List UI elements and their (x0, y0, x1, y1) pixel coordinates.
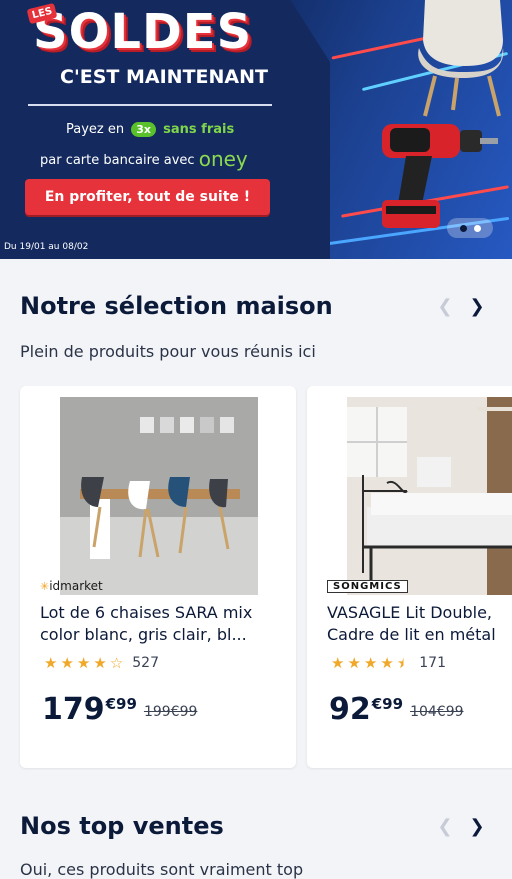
payment-free-label: sans frais (163, 122, 235, 137)
oney-logo: oney (198, 147, 248, 171)
section-subtitle: Oui, ces produits sont vraiment top (20, 860, 304, 879)
star-icon: ★ (93, 654, 107, 672)
selection-section-header: Notre sélection maison ❮ ❯ (0, 292, 512, 332)
brand-logo: ✳ idmarket (40, 576, 103, 596)
banner-pagination[interactable] (447, 218, 493, 238)
rating-stars: ★ ★ ★ ★ ☆ 527 (44, 655, 159, 671)
product-title-line1: Lot de 6 chaises SARA mix (40, 603, 253, 622)
review-count: 527 (132, 655, 159, 671)
star-icon: ★ (363, 654, 378, 672)
price-old: 199€99 (143, 704, 198, 720)
star-empty-icon: ☆ (109, 654, 124, 672)
star-icon: ★ (347, 654, 361, 672)
rating-stars: ★ ★ ★ ★ ★ 171 (331, 655, 446, 671)
banner-subheadline: C'EST MAINTENANT (60, 66, 268, 88)
pagination-dot[interactable] (473, 224, 481, 232)
brand-logo: SONGMICS (327, 576, 408, 596)
chevron-right-icon[interactable]: ❯ (465, 814, 489, 838)
review-count: 171 (419, 655, 446, 671)
product-title-line2: color blanc, gris clair, bl... (40, 625, 247, 644)
payment-partner-text: par carte bancaire avec (40, 153, 195, 168)
star-icon: ★ (60, 654, 74, 672)
payment-partner-line: par carte bancaire avec oney (40, 147, 248, 171)
brand-logo-mark: ✳ (40, 579, 50, 593)
pagination-dot-active[interactable] (459, 224, 467, 232)
star-icon: ★ (331, 654, 345, 672)
banner-headline: SOLDES (33, 4, 253, 60)
section-title: Notre sélection maison (20, 292, 333, 320)
section-title: Nos top ventes (20, 812, 224, 840)
power-drill-image (382, 124, 498, 228)
price-old: 104€99 (410, 704, 464, 720)
armchair-image (418, 0, 504, 117)
brand-name: SONGMICS (327, 579, 408, 593)
product-image[interactable] (347, 397, 512, 595)
payment-prefix: Payez en (66, 122, 125, 137)
product-title[interactable]: Lot de 6 chaises SARA mix color blanc, g… (40, 602, 290, 646)
chevron-left-icon[interactable]: ❮ (433, 294, 457, 318)
price-cents: €99 (105, 695, 137, 713)
brand-name: idmarket (49, 579, 103, 593)
product-card[interactable]: SONGMICS VASAGLE Lit Double, Cadre de li… (307, 386, 512, 768)
banner-cta-button[interactable]: En profiter, tout de suite ! (25, 179, 270, 215)
price-cents: €99 (371, 695, 404, 713)
product-title-line2: Cadre de lit en métal (327, 625, 496, 644)
chevron-left-icon[interactable]: ❮ (433, 814, 457, 838)
star-icon: ★ (76, 654, 91, 672)
payment-offer-line: Payez en 3x sans frais (66, 122, 234, 137)
price-integer: 92 (329, 692, 371, 727)
product-title[interactable]: VASAGLE Lit Double, Cadre de lit en méta… (327, 602, 512, 646)
section-subtitle: Plein de produits pour vous réunis ici (20, 342, 316, 361)
star-icon: ★ (380, 654, 394, 672)
product-image[interactable] (60, 397, 258, 595)
banner-divider (28, 104, 272, 106)
top-sales-section-header: Nos top ventes ❮ ❯ (0, 812, 512, 852)
chevron-right-icon[interactable]: ❯ (465, 294, 489, 318)
product-title-line1: VASAGLE Lit Double, (327, 603, 492, 622)
promo-banner[interactable]: LES SOLDES C'EST MAINTENANT Payez en 3x … (0, 0, 512, 259)
promo-dates: Du 19/01 au 08/02 (4, 242, 89, 252)
product-price: 179 €99 199€99 (42, 694, 197, 726)
product-card[interactable]: ✳ idmarket Lot de 6 chaises SARA mix col… (20, 386, 296, 768)
product-carousel[interactable]: ✳ idmarket Lot de 6 chaises SARA mix col… (0, 386, 512, 770)
product-price: 92 €99 104€99 (329, 694, 464, 726)
price-integer: 179 (42, 692, 105, 727)
installments-badge: 3x (131, 122, 156, 137)
star-icon: ★ (44, 654, 58, 672)
star-half-icon: ★ (396, 654, 411, 672)
